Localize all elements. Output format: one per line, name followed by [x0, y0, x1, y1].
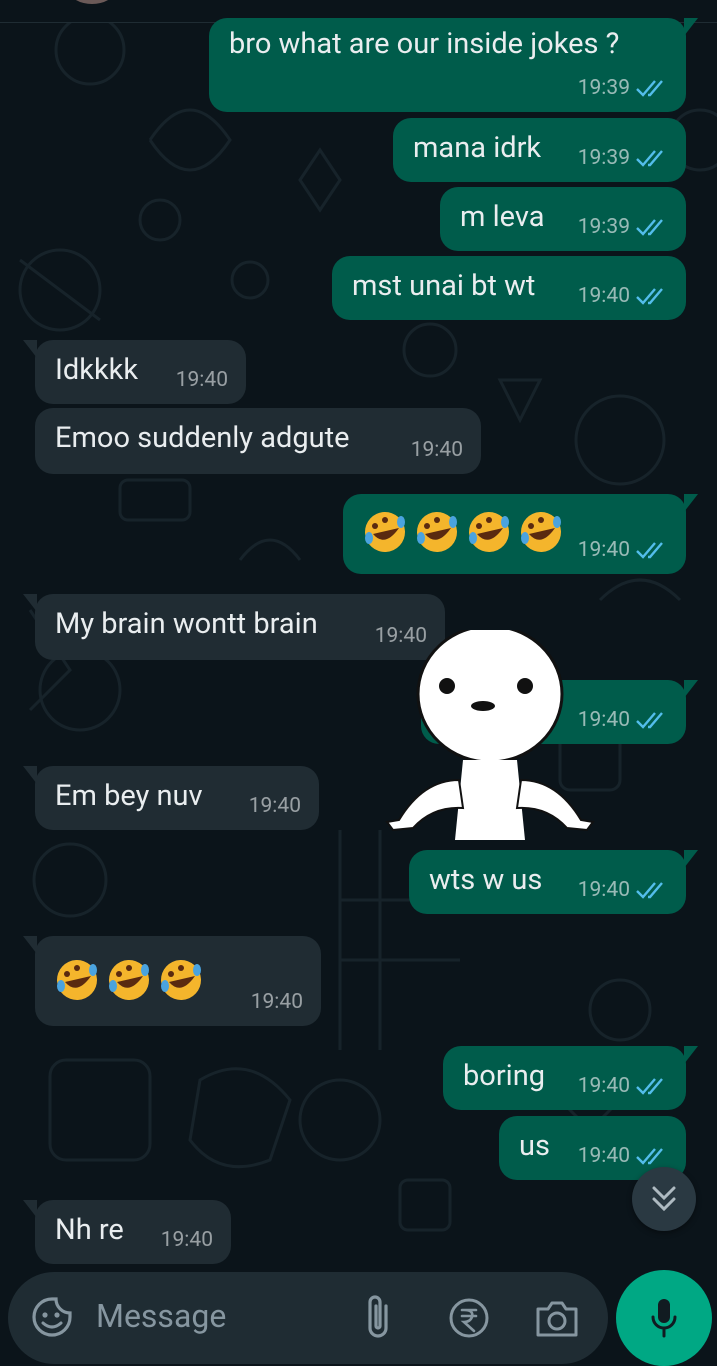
message-text: boring [463, 1059, 546, 1093]
double-check-icon [636, 712, 663, 729]
rofl-emoji-icon [109, 960, 149, 1000]
rofl-emoji-icon [469, 512, 509, 552]
message-bubble[interactable]: boring 19:40 [443, 1046, 698, 1110]
message-composer: Message [8, 1272, 608, 1364]
message-time: 19:40 [410, 438, 463, 462]
message-bubble[interactable]: 19:40 [23, 936, 321, 1026]
message-text: Em bey nuv [55, 779, 203, 813]
message-bubble[interactable]: Idkkkk 19:40 [23, 340, 246, 404]
message-text: bro what are our inside jokes ? [229, 27, 620, 61]
rofl-emoji-icon [57, 960, 97, 1000]
double-check-icon [636, 288, 663, 305]
chevron-double-down-icon [652, 1186, 676, 1212]
message-bubble[interactable]: mst unai bt wt 19:40 [332, 256, 686, 320]
message-time: 19:40 [160, 1228, 213, 1252]
double-check-icon [636, 80, 663, 97]
double-check-icon [636, 219, 663, 236]
rofl-emoji-icon [161, 960, 201, 1000]
message-bubble[interactable]: mana idrk 19:39 [393, 118, 686, 182]
message-time: 19:40 [577, 1144, 630, 1168]
message-text: Nh re [55, 1213, 124, 1247]
message-bubble[interactable]: 19:40 [343, 494, 698, 574]
double-check-icon [636, 1078, 663, 1095]
message-time: 19:40 [577, 878, 630, 902]
message-text: mana idrk [413, 131, 542, 165]
message-bubble[interactable]: Emoo suddenly adgute 19:40 [35, 408, 481, 474]
message-time: 19:40 [577, 1074, 630, 1098]
message-bubble[interactable]: Nh re 19:40 [23, 1200, 231, 1264]
double-check-icon [636, 882, 663, 899]
microphone-icon [651, 1299, 677, 1338]
contact-avatar[interactable] [70, 0, 114, 4]
message-time: 19:39 [577, 76, 630, 100]
message-time: 19:40 [250, 990, 303, 1014]
emoji-row [53, 956, 205, 1004]
message-time: 19:40 [577, 284, 630, 308]
rupee-icon[interactable] [448, 1297, 490, 1339]
message-time: 19:40 [248, 794, 301, 818]
paperclip-icon[interactable] [360, 1292, 396, 1342]
message-bubble[interactable]: Em bey nuv 19:40 [23, 766, 319, 830]
double-check-icon [636, 1148, 663, 1165]
shrug-stick-figure-sticker[interactable] [383, 630, 598, 845]
message-text: wts w us [429, 863, 543, 897]
rofl-emoji-icon [521, 512, 561, 552]
message-text: m leva [460, 200, 545, 234]
emoji-row [361, 508, 565, 556]
camera-icon[interactable] [534, 1297, 580, 1339]
double-check-icon [636, 542, 663, 559]
scroll-to-bottom-button[interactable] [632, 1167, 696, 1231]
message-text: Emoo suddenly adgute [55, 421, 350, 455]
message-bubble[interactable]: m leva 19:39 [440, 187, 686, 251]
message-text: My brain wontt brain [55, 607, 318, 641]
message-text: mst unai bt wt [352, 269, 536, 303]
message-time: 19:39 [577, 146, 630, 170]
double-check-icon [636, 150, 663, 167]
message-text: Idkkkk [55, 353, 139, 387]
message-bubble[interactable]: wts w us 19:40 [409, 850, 698, 914]
message-input[interactable]: Message [96, 1297, 226, 1335]
rofl-emoji-icon [417, 512, 457, 552]
message-time: 19:39 [577, 215, 630, 239]
message-text: us [519, 1129, 550, 1163]
message-time: 19:40 [175, 368, 228, 392]
sticker-smile-icon[interactable] [30, 1295, 74, 1339]
message-time: 19:40 [577, 538, 630, 562]
message-bubble[interactable]: bro what are our inside jokes ? 19:39 [209, 18, 698, 112]
rofl-emoji-icon [365, 512, 405, 552]
